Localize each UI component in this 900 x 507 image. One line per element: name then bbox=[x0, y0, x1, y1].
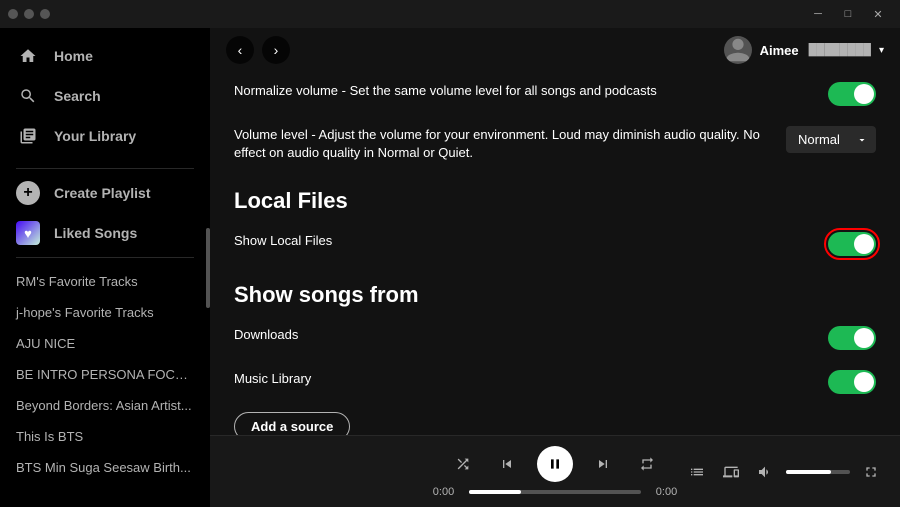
list-item[interactable]: BE INTRO PERSONA FOCU... bbox=[0, 359, 210, 390]
normalize-volume-label: Normalize volume - Set the same volume l… bbox=[234, 83, 657, 98]
top-bar: ‹ › Aimee ████████ ▾ bbox=[210, 28, 900, 72]
downloads-row: Downloads bbox=[234, 316, 876, 360]
dot-3 bbox=[40, 9, 50, 19]
total-time: 0:00 bbox=[649, 486, 684, 498]
fullscreen-button[interactable] bbox=[858, 458, 884, 486]
previous-button[interactable] bbox=[493, 450, 521, 478]
settings-content: Normalize volume - Set the same volume l… bbox=[210, 72, 900, 435]
player-center: 0:00 0:00 bbox=[426, 446, 684, 498]
sidebar-item-library[interactable]: Your Library bbox=[0, 116, 210, 156]
progress-fill bbox=[469, 490, 521, 494]
forward-button[interactable]: › bbox=[262, 36, 290, 64]
back-button[interactable]: ‹ bbox=[226, 36, 254, 64]
volume-level-select[interactable]: Quiet Normal Loud bbox=[786, 126, 876, 153]
normalize-volume-toggle[interactable] bbox=[828, 82, 876, 106]
home-icon bbox=[16, 44, 40, 68]
add-source-button[interactable]: Add a source bbox=[234, 412, 350, 435]
create-playlist-action[interactable]: + Create Playlist bbox=[0, 173, 210, 213]
player-progress: 0:00 0:00 bbox=[426, 486, 684, 498]
show-local-files-toggle[interactable] bbox=[828, 232, 876, 256]
music-library-row: Music Library bbox=[234, 360, 876, 404]
local-files-section-header: Local Files bbox=[234, 172, 876, 222]
window-dots bbox=[8, 9, 50, 19]
sidebar-nav: Home Search Your Library bbox=[0, 28, 210, 164]
music-library-label: Music Library bbox=[234, 371, 311, 386]
list-item[interactable]: RM's Favorite Tracks bbox=[0, 266, 210, 297]
play-pause-button[interactable] bbox=[537, 446, 573, 482]
player-controls bbox=[449, 446, 661, 482]
user-menu[interactable]: Aimee ████████ ▾ bbox=[724, 36, 884, 64]
player-right bbox=[684, 458, 884, 486]
player-bar: 0:00 0:00 bbox=[210, 435, 900, 507]
user-name: Aimee bbox=[760, 43, 799, 58]
liked-songs-label: Liked Songs bbox=[54, 225, 137, 241]
sidebar-home-label: Home bbox=[54, 48, 93, 64]
devices-button[interactable] bbox=[718, 458, 744, 486]
library-icon bbox=[16, 124, 40, 148]
music-library-control bbox=[828, 370, 876, 394]
sidebar-search-label: Search bbox=[54, 88, 101, 104]
sidebar-item-home[interactable]: Home bbox=[0, 36, 210, 76]
heart-icon: ♥ bbox=[16, 221, 40, 245]
repeat-button[interactable] bbox=[633, 450, 661, 478]
sidebar-scrollbar bbox=[206, 228, 210, 308]
sidebar-library-label: Your Library bbox=[54, 128, 136, 144]
downloads-toggle[interactable] bbox=[828, 326, 876, 350]
nav-arrows: ‹ › bbox=[226, 36, 290, 64]
queue-button[interactable] bbox=[684, 458, 710, 486]
list-item[interactable]: j-hope's Favorite Tracks bbox=[0, 297, 210, 328]
sidebar-divider-2 bbox=[16, 257, 194, 258]
normalize-volume-row: Normalize volume - Set the same volume l… bbox=[234, 72, 876, 116]
window-controls: ─ □ ✕ bbox=[804, 3, 892, 25]
list-item[interactable]: AJU NICE bbox=[0, 328, 210, 359]
show-local-files-row: Show Local Files bbox=[234, 222, 876, 266]
dot-1 bbox=[8, 9, 18, 19]
plus-icon: + bbox=[16, 181, 40, 205]
show-local-files-control bbox=[828, 232, 876, 256]
list-item[interactable]: Beyond Borders: Asian Artist... bbox=[0, 390, 210, 421]
chevron-down-icon: ▾ bbox=[879, 45, 884, 56]
close-button[interactable]: ✕ bbox=[864, 3, 892, 25]
volume-level-row: Volume level - Adjust the volume for you… bbox=[234, 116, 876, 172]
volume-button[interactable] bbox=[752, 458, 778, 486]
music-library-toggle[interactable] bbox=[828, 370, 876, 394]
sidebar-library-list: RM's Favorite Tracks j-hope's Favorite T… bbox=[0, 262, 210, 507]
list-item[interactable]: This Is BTS bbox=[0, 421, 210, 452]
volume-bar[interactable] bbox=[786, 470, 851, 474]
avatar bbox=[724, 36, 752, 64]
title-bar: ─ □ ✕ bbox=[0, 0, 900, 28]
show-songs-from-header: Show songs from bbox=[234, 266, 876, 316]
volume-level-control: Quiet Normal Loud bbox=[786, 126, 876, 153]
liked-songs-action[interactable]: ♥ Liked Songs bbox=[0, 213, 210, 253]
search-icon bbox=[16, 84, 40, 108]
downloads-control bbox=[828, 326, 876, 350]
maximize-button[interactable]: □ bbox=[834, 3, 862, 25]
back-icon: ‹ bbox=[238, 42, 243, 58]
downloads-label: Downloads bbox=[234, 327, 298, 342]
progress-bar[interactable] bbox=[469, 490, 641, 494]
sidebar: Home Search Your Library + Create Playli… bbox=[0, 28, 210, 507]
main-layout: Home Search Your Library + Create Playli… bbox=[0, 28, 900, 507]
sidebar-item-search[interactable]: Search bbox=[0, 76, 210, 116]
volume-fill bbox=[786, 470, 831, 474]
minimize-button[interactable]: ─ bbox=[804, 3, 832, 25]
next-button[interactable] bbox=[589, 450, 617, 478]
content-area: ‹ › Aimee ████████ ▾ Normalize volume - bbox=[210, 28, 900, 507]
shuffle-button[interactable] bbox=[449, 450, 477, 478]
volume-level-label: Volume level - Adjust the volume for you… bbox=[234, 127, 760, 160]
create-playlist-label: Create Playlist bbox=[54, 185, 151, 201]
show-local-files-label: Show Local Files bbox=[234, 233, 332, 248]
sidebar-divider bbox=[16, 168, 194, 169]
list-item[interactable]: BTS Min Suga Seesaw Birth... bbox=[0, 452, 210, 483]
dot-2 bbox=[24, 9, 34, 19]
current-time: 0:00 bbox=[426, 486, 461, 498]
forward-icon: › bbox=[274, 42, 279, 58]
username-partial: ████████ bbox=[809, 44, 871, 56]
normalize-volume-control bbox=[828, 82, 876, 106]
